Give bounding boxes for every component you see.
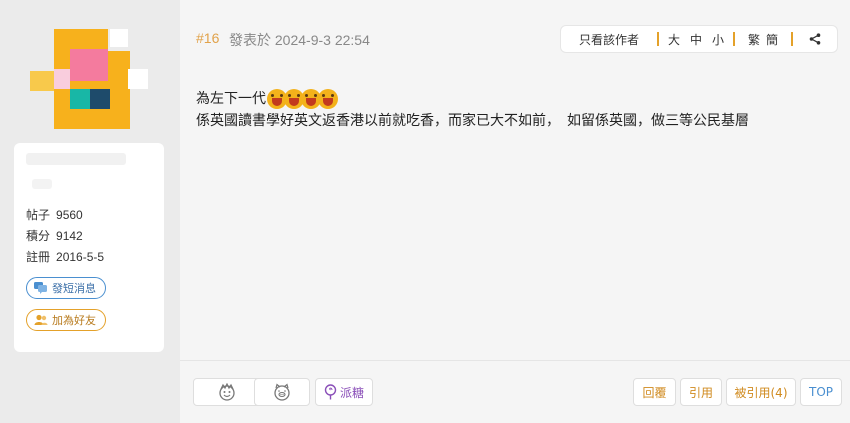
avatar-block — [70, 89, 90, 109]
add-friend-button[interactable]: 加為好友 — [26, 309, 106, 331]
stat-points: 積分 9142 — [26, 227, 83, 244]
stat-value: 9560 — [56, 208, 83, 222]
stat-value: 9142 — [56, 229, 83, 243]
quote-button[interactable]: 引用 — [680, 378, 722, 406]
stat-label: 帖子 — [26, 208, 51, 222]
font-size-large-button[interactable]: 大 — [668, 31, 680, 48]
author-name-blurred — [26, 153, 126, 165]
post-text: 為左下一代 — [196, 91, 266, 107]
avatar[interactable] — [30, 29, 150, 149]
dislike-button[interactable] — [254, 378, 310, 406]
tip-candy-label: 派糖 — [339, 385, 364, 400]
font-size-small-button[interactable]: 小 — [712, 31, 724, 48]
reply-button[interactable]: 回覆 — [633, 378, 676, 406]
avatar-block — [110, 29, 128, 47]
post-number[interactable]: #16 — [196, 30, 219, 46]
share-button[interactable] — [793, 26, 837, 52]
author-card: 帖子 9560 積分 9142 註冊 2016-5-5 發短消息 加為好友 — [14, 143, 164, 352]
stat-registered: 註冊 2016-5-5 — [26, 248, 104, 265]
stat-label: 註冊 — [26, 250, 51, 264]
simplified-button[interactable]: 簡 — [766, 31, 778, 48]
users-icon — [34, 314, 48, 325]
quoted-by-button[interactable]: 被引用(4) — [726, 378, 796, 406]
stat-label: 積分 — [26, 229, 51, 243]
stat-posts: 帖子 9560 — [26, 206, 83, 223]
stat-value: 2016-5-5 — [56, 250, 105, 264]
send-message-label: 發短消息 — [52, 282, 96, 295]
font-size-medium-button[interactable]: 中 — [690, 31, 702, 48]
traditional-button[interactable]: 繁 — [748, 31, 760, 48]
post-line: 係英國讀書學好英文返香港以前就吃香，而家已大不如前， 如留係英國，做三等公民基層 — [196, 113, 749, 129]
pig-face-icon — [274, 383, 290, 401]
author-title-blurred — [32, 179, 52, 189]
only-author-button[interactable]: 只看該作者 — [561, 26, 657, 52]
avatar-block — [128, 69, 148, 89]
emoji-icon — [318, 89, 338, 109]
share-icon — [809, 33, 821, 45]
like-button[interactable] — [193, 378, 261, 406]
author-column: 帖子 9560 積分 9142 註冊 2016-5-5 發短消息 加為好友 — [0, 0, 180, 423]
chat-icon — [34, 282, 47, 294]
font-size-group: 大 中 小 — [659, 26, 733, 52]
post-toolbar: 只看該作者 大 中 小 繁 簡 — [560, 25, 838, 53]
avatar-block — [90, 89, 110, 109]
script-group: 繁 簡 — [735, 26, 791, 52]
back-to-top-button[interactable]: TOP — [800, 378, 842, 406]
avatar-block — [54, 69, 70, 89]
avatar-block — [108, 51, 130, 129]
avatar-block — [70, 49, 108, 81]
emoji-group — [267, 89, 338, 109]
post-timestamp: 發表於 2024-9-3 22:54 — [229, 32, 370, 48]
lollipop-icon — [324, 384, 337, 400]
add-friend-label: 加為好友 — [52, 314, 96, 327]
tip-candy-button[interactable]: 派糖 — [315, 378, 373, 406]
post-footer: 派糖 回覆 引用 被引用(4) TOP — [180, 360, 850, 423]
post-line: 為左下一代 — [196, 88, 749, 110]
avatar-block — [30, 71, 54, 91]
send-message-button[interactable]: 發短消息 — [26, 277, 106, 299]
happy-face-icon — [219, 383, 235, 401]
post-content: 為左下一代 係英國讀書學好英文返香港以前就吃香，而家已大不如前， 如留係英國，做… — [196, 88, 749, 132]
